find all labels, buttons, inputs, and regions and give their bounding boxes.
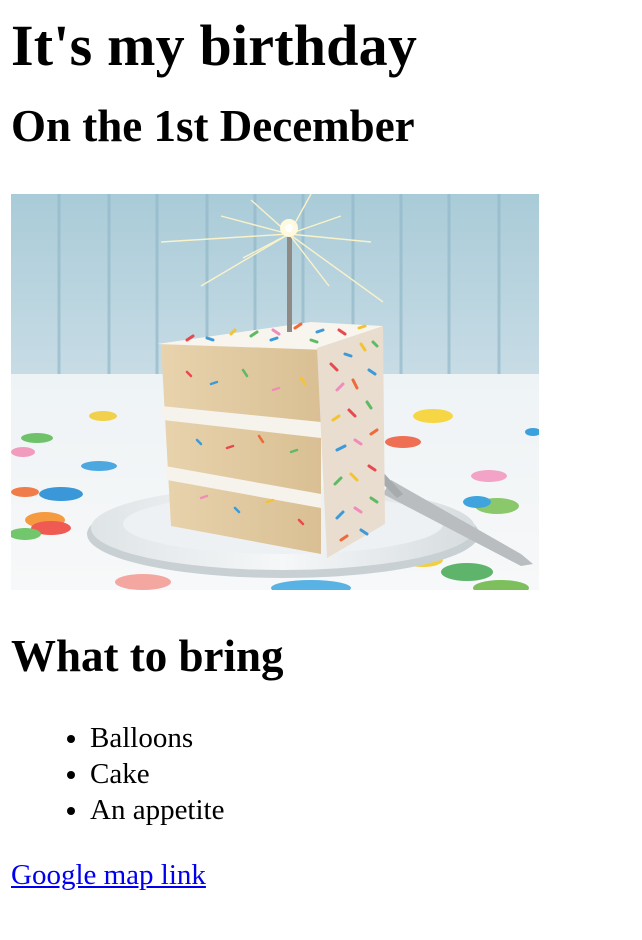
list-item: An appetite	[90, 792, 631, 828]
page: It's my birthday On the 1st December Wha…	[0, 13, 642, 892]
google-map-link[interactable]: Google map link	[11, 858, 206, 892]
what-to-bring-heading: What to bring	[11, 631, 284, 681]
date-subheading: On the 1st December	[11, 101, 415, 151]
page-title: It's my birthday	[11, 13, 418, 78]
list-item: Balloons	[90, 720, 631, 756]
birthday-cake-image	[11, 194, 539, 590]
list-item: Cake	[90, 756, 631, 792]
bring-list: Balloons Cake An appetite	[11, 720, 631, 828]
